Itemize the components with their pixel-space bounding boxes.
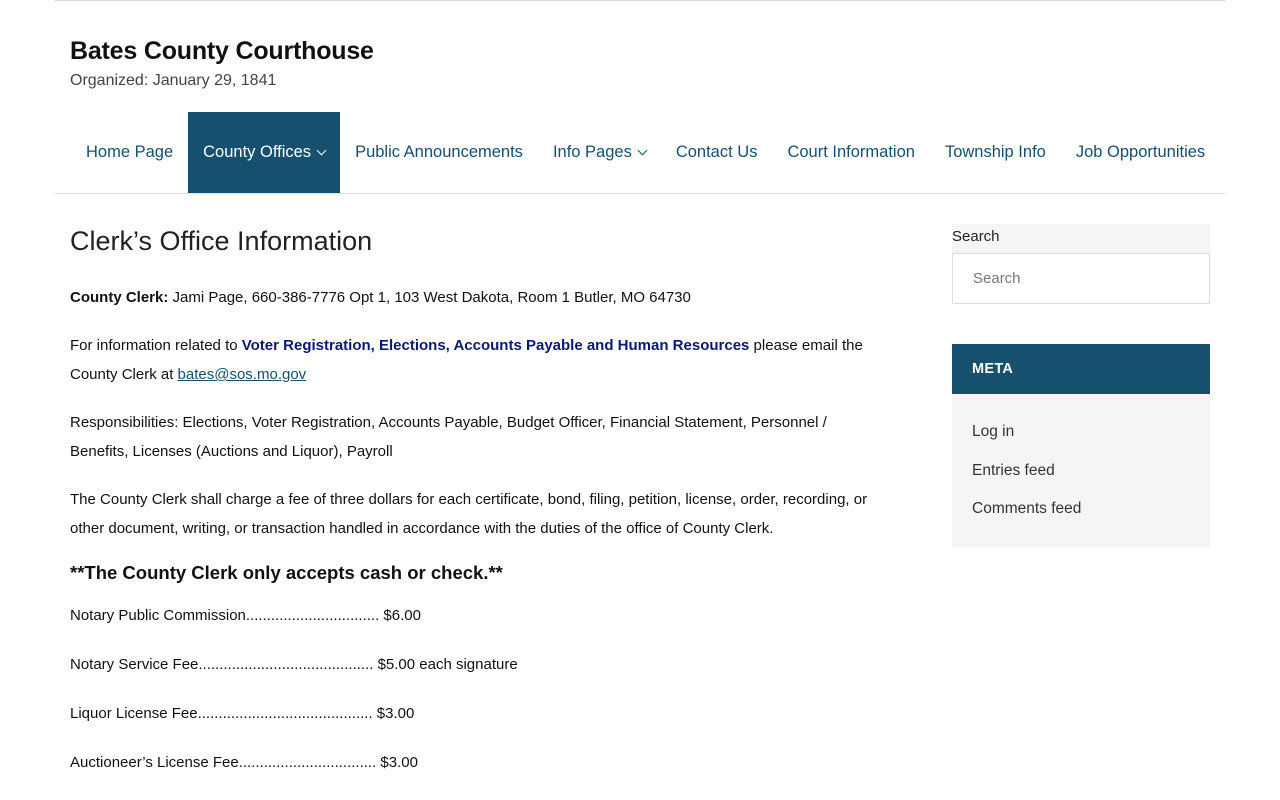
meta-links: Log in Entries feed Comments feed xyxy=(952,394,1210,547)
chevron-down-icon xyxy=(637,145,648,156)
info-paragraph: For information related to Voter Registr… xyxy=(70,331,880,389)
fee-item: Auctioneer’s License Fee................… xyxy=(70,754,418,771)
nav-info-pages-label: Info Pages xyxy=(552,143,632,161)
nav-court-information-label: Court Information xyxy=(787,143,915,161)
clerk-contact-text: Jami Page, 660-386-7776 Opt 1, 103 West … xyxy=(168,289,691,306)
fee-statement-paragraph: The County Clerk shall charge a fee of t… xyxy=(70,491,868,537)
nav-job-opportunities-label: Job Opportunities xyxy=(1075,143,1206,161)
nav-county-offices-label: County Offices xyxy=(203,143,312,161)
chevron-down-icon xyxy=(316,145,327,156)
search-label: Search xyxy=(952,228,1000,245)
fee-item: Liquor License Fee......................… xyxy=(70,705,415,722)
nav-divider xyxy=(55,193,1225,194)
info-highlight: Voter Registration, Elections, Accounts … xyxy=(241,337,750,354)
info-prefix: For information related to xyxy=(70,337,242,354)
nav-court-information[interactable]: Court Information xyxy=(772,112,929,193)
fee-item: Notary Service Fee......................… xyxy=(70,656,518,673)
main-content: Clerk’s Office Information County Clerk:… xyxy=(70,226,880,800)
nav-township-info-label: Township Info xyxy=(944,143,1046,161)
meta-link-comments-feed[interactable]: Comments feed xyxy=(972,490,1190,529)
site-tagline: Organized: January 29, 1841 xyxy=(70,72,277,89)
meta-widget-title: META xyxy=(952,344,1210,394)
nav-home-page[interactable]: Home Page xyxy=(71,112,188,193)
meta-link-log-in[interactable]: Log in xyxy=(972,413,1190,452)
clerk-email-link[interactable]: bates@sos.mo.gov xyxy=(178,366,307,383)
nav-county-offices[interactable]: County Offices xyxy=(188,112,341,193)
nav-township-info[interactable]: Township Info xyxy=(930,112,1061,193)
main-navigation: Home Page County Offices Public Announce… xyxy=(71,112,1220,193)
nav-home-page-label: Home Page xyxy=(86,143,174,161)
search-input[interactable] xyxy=(952,253,1210,304)
clerk-label: County Clerk: xyxy=(70,289,169,306)
nav-public-announcements-label: Public Announcements xyxy=(355,143,523,161)
nav-contact-us-label: Contact Us xyxy=(675,143,758,161)
site-title[interactable]: Bates County Courthouse xyxy=(70,37,374,66)
nav-public-announcements[interactable]: Public Announcements xyxy=(340,112,538,193)
nav-contact-us[interactable]: Contact Us xyxy=(661,112,773,193)
page-title: Clerk’s Office Information xyxy=(70,226,373,256)
responsibilities-paragraph: Responsibilities: Elections, Voter Regis… xyxy=(70,414,827,460)
nav-job-opportunities[interactable]: Job Opportunities xyxy=(1061,112,1220,193)
top-rule xyxy=(55,0,1225,1)
fee-item: Notary Public Commission................… xyxy=(70,607,421,624)
payment-notice: **The County Clerk only accepts cash or … xyxy=(70,562,503,583)
meta-widget: META Log in Entries feed Comments feed xyxy=(952,344,1210,547)
sidebar: Search META Log in Entries feed Comments… xyxy=(952,224,1210,547)
nav-info-pages[interactable]: Info Pages xyxy=(538,112,661,193)
meta-link-entries-feed[interactable]: Entries feed xyxy=(972,452,1190,491)
search-widget: Search xyxy=(952,224,1210,304)
clerk-contact-paragraph: County Clerk: Jami Page, 660-386-7776 Op… xyxy=(70,283,880,312)
